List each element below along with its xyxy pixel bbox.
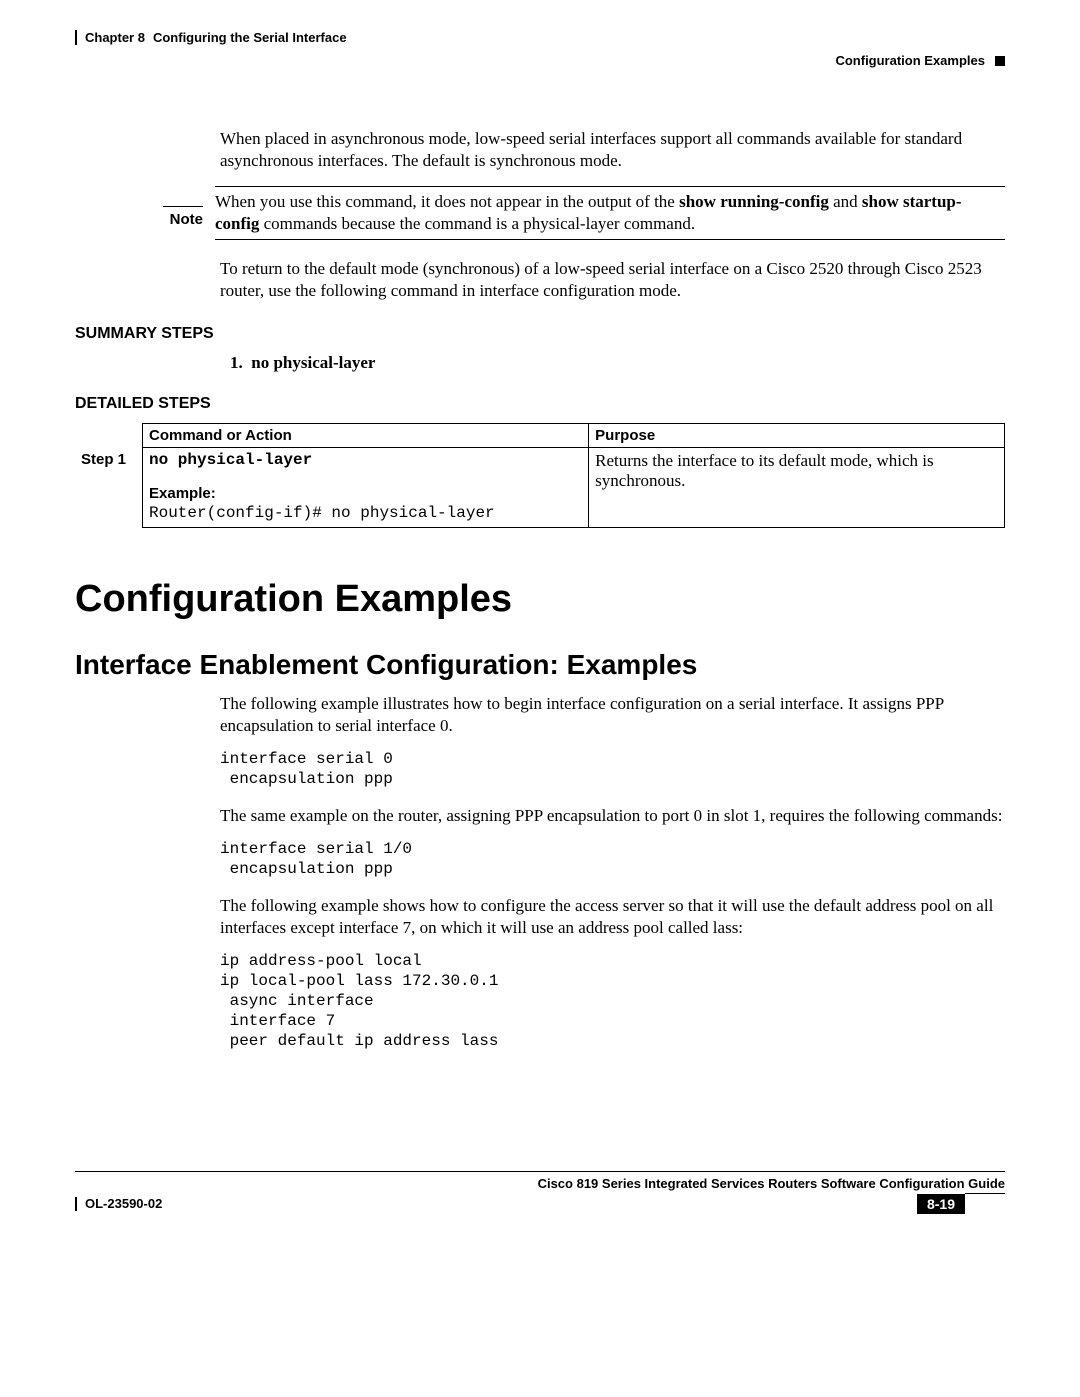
note-block: Note When you use this command, it does … <box>75 184 1005 242</box>
example-para-2: The same example on the router, assignin… <box>220 805 1005 827</box>
section-name: Configuration Examples <box>835 53 985 68</box>
section-h2: Interface Enablement Configuration: Exam… <box>75 649 1005 681</box>
page-footer: Cisco 819 Series Integrated Services Rou… <box>75 1171 1005 1214</box>
intro-paragraph-2: To return to the default mode (synchrono… <box>220 258 1005 302</box>
example-label: Example: <box>149 485 582 502</box>
chapter-number: Chapter 8 <box>85 30 145 45</box>
detailed-steps-table: Command or Action Purpose Step 1 no phys… <box>75 423 1005 528</box>
code-block-2: interface serial 1/0 encapsulation ppp <box>220 839 1005 879</box>
col-header-command: Command or Action <box>143 423 589 447</box>
code-block-1: interface serial 0 encapsulation ppp <box>220 749 1005 789</box>
summary-steps-heading: SUMMARY STEPS <box>75 325 1005 343</box>
detailed-steps-heading: DETAILED STEPS <box>75 395 1005 413</box>
note-label: Note <box>170 211 203 228</box>
chapter-title: Configuring the Serial Interface <box>153 30 347 45</box>
page-number: 8-19 <box>917 1194 965 1214</box>
col-header-purpose: Purpose <box>589 423 1005 447</box>
example-code: Router(config-if)# no physical-layer <box>149 504 582 522</box>
footer-doc-id: OL-23590-02 <box>85 1196 162 1211</box>
footer-tail-icon <box>965 1193 1005 1214</box>
example-para-1: The following example illustrates how to… <box>220 693 1005 737</box>
summary-step-1: 1. no physical-layer <box>230 353 1005 373</box>
section-h1: Configuration Examples <box>75 578 1005 621</box>
step-command-cell: no physical-layer Example: Router(config… <box>143 447 589 527</box>
footer-guide-title: Cisco 819 Series Integrated Services Rou… <box>75 1176 1005 1191</box>
step-purpose: Returns the interface to its default mod… <box>589 447 1005 527</box>
page-header: Chapter 8 Configuring the Serial Interfa… <box>85 30 1005 45</box>
step-command: no physical-layer <box>149 451 582 469</box>
header-marker-icon <box>995 56 1005 66</box>
code-block-3: ip address-pool local ip local-pool lass… <box>220 951 1005 1051</box>
step-label: Step 1 <box>75 447 143 527</box>
intro-paragraph-1: When placed in asynchronous mode, low-sp… <box>220 128 1005 172</box>
example-para-3: The following example shows how to confi… <box>220 895 1005 939</box>
note-body: When you use this command, it does not a… <box>215 189 1005 237</box>
